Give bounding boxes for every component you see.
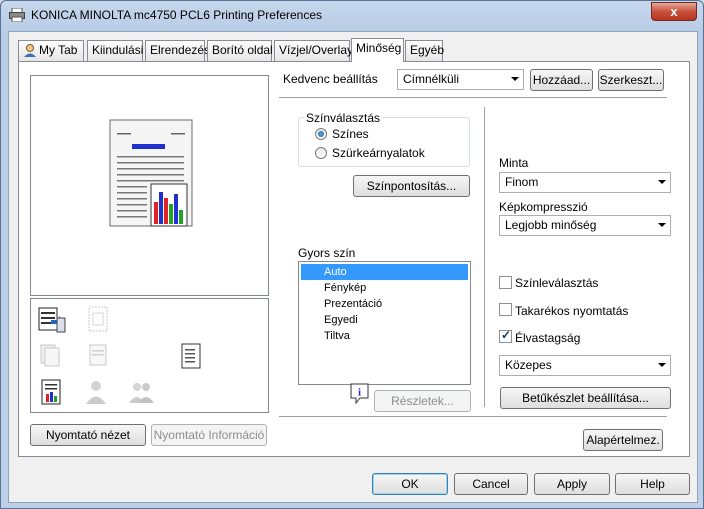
sharpness-select[interactable]: Közepes [499,355,671,376]
sharpness-label[interactable]: Élvastagság [515,331,580,345]
tab-label: Kiindulási [92,43,144,57]
pattern-value: Finom [505,175,539,189]
device-icons-panel [30,298,269,413]
font-settings-button[interactable]: Betűkészlet beállítása... [500,387,671,409]
list-item[interactable]: Prezentáció [301,296,468,312]
svg-text:i: i [358,387,361,399]
favorites-select[interactable]: Címnélküli [397,69,524,90]
edit-favorite-label: Szerkeszt... [599,73,663,87]
economy-checkbox[interactable] [499,303,512,316]
tab-label: Elrendezés [150,43,211,57]
list-item[interactable]: Tiltva [301,328,468,344]
color-radio-label[interactable]: Színes [332,127,369,141]
tab-my-tab[interactable]: My Tab [18,40,84,61]
favorites-label: Kedvenc beállítás [283,72,378,86]
close-button[interactable]: x [651,2,697,21]
quick-color-label: Gyors szín [298,246,356,260]
single-page-icon [83,341,113,371]
chevron-down-icon [511,77,519,81]
tab-label: Vízjel/Overlay [279,43,354,57]
compression-label: Képkompresszió [499,200,588,214]
color-radio[interactable] [315,128,327,140]
details-button[interactable]: Részletek... [374,390,471,412]
color-page-icon [37,377,67,407]
tab-kiindulasi[interactable]: Kiindulási [87,40,143,61]
window-title: KONICA MINOLTA mc4750 PCL6 Printing Pref… [31,8,323,22]
user-icon [23,43,37,63]
sharpness-checkbox[interactable] [499,328,512,343]
vertical-divider [484,107,485,407]
add-favorite-label: Hozzáad... [532,73,591,87]
dialog-window: KONICA MINOLTA mc4750 PCL6 Printing Pref… [0,0,704,509]
staple-icon [83,304,113,334]
edit-favorite-button[interactable]: Szerkeszt... [598,69,664,91]
printer-layout-icon [37,304,67,334]
pattern-label: Minta [499,156,529,170]
tab-minoseg[interactable]: Minőség [351,38,404,62]
tab-borito-oldal[interactable]: Borító oldal [207,40,273,61]
defaults-label: Alapértelmez. [586,433,660,447]
separation-checkbox[interactable] [499,276,512,289]
printer-view-button[interactable]: Nyomtató nézet [30,424,146,446]
cancel-button[interactable]: Cancel [454,473,528,495]
chevron-down-icon [658,363,666,367]
defaults-button[interactable]: Alapértelmez. [583,429,663,451]
pattern-select[interactable]: Finom [499,172,671,193]
printer-icon [9,7,25,23]
printer-view-label: Nyomtató nézet [45,428,131,442]
account-track-icon [127,377,157,407]
apply-label: Apply [556,477,588,491]
tab-label: Borító oldal [212,43,273,57]
ok-button[interactable]: OK [372,473,448,495]
chevron-down-icon [658,180,666,184]
sharpness-value: Közepes [505,358,552,372]
list-item[interactable]: Auto [301,264,468,280]
printer-info-button[interactable]: Nyomtató Információ [151,424,267,446]
color-adjust-button[interactable]: Színpontosítás... [353,175,470,197]
user-auth-icon [83,377,113,407]
favorites-value: Címnélküli [403,72,460,86]
watermark-page-icon [177,341,207,371]
help-label: Help [640,477,665,491]
list-item[interactable]: Egyedi [301,312,468,328]
quick-color-list[interactable]: Auto Fénykép Prezentáció Egyedi Tiltva [298,261,471,385]
list-item[interactable]: Fénykép [301,280,468,296]
ok-label: OK [401,477,419,491]
help-button[interactable]: Help [615,473,690,495]
tab-egyeb[interactable]: Egyéb [405,40,445,61]
add-favorite-button[interactable]: Hozzáad... [530,69,593,91]
cancel-label: Cancel [472,477,510,491]
font-settings-label: Betűkészlet beállítása... [522,391,649,405]
compression-select[interactable]: Legjobb minőség [499,215,671,236]
info-icon[interactable]: i [350,383,369,405]
grayscale-radio-label[interactable]: Szürkeárnyalatok [332,146,425,160]
separation-label[interactable]: Színleválasztás [515,276,598,290]
grayscale-radio[interactable] [315,147,327,159]
printer-info-label: Nyomtató Információ [153,428,265,442]
document-preview-image [109,119,193,227]
page-preview [30,75,269,296]
color-select-group-label: Színválasztás [304,111,383,125]
tab-elrendezes[interactable]: Elrendezés [145,40,210,61]
color-adjust-label: Színpontosítás... [366,179,457,193]
favorites-divider [279,97,667,98]
details-label: Részletek... [391,394,454,408]
tab-label: Egyéb [410,43,445,57]
apply-button[interactable]: Apply [534,473,610,495]
bottom-divider [279,416,667,417]
chevron-down-icon [658,223,666,227]
economy-label[interactable]: Takarékos nyomtatás [515,304,628,318]
pages-icon [37,341,67,371]
tab-label: Minőség [356,41,402,55]
tab-label: My Tab [39,43,78,57]
tab-vizjel-overlay[interactable]: Vízjel/Overlay [274,40,354,61]
compression-value: Legjobb minőség [505,218,597,232]
